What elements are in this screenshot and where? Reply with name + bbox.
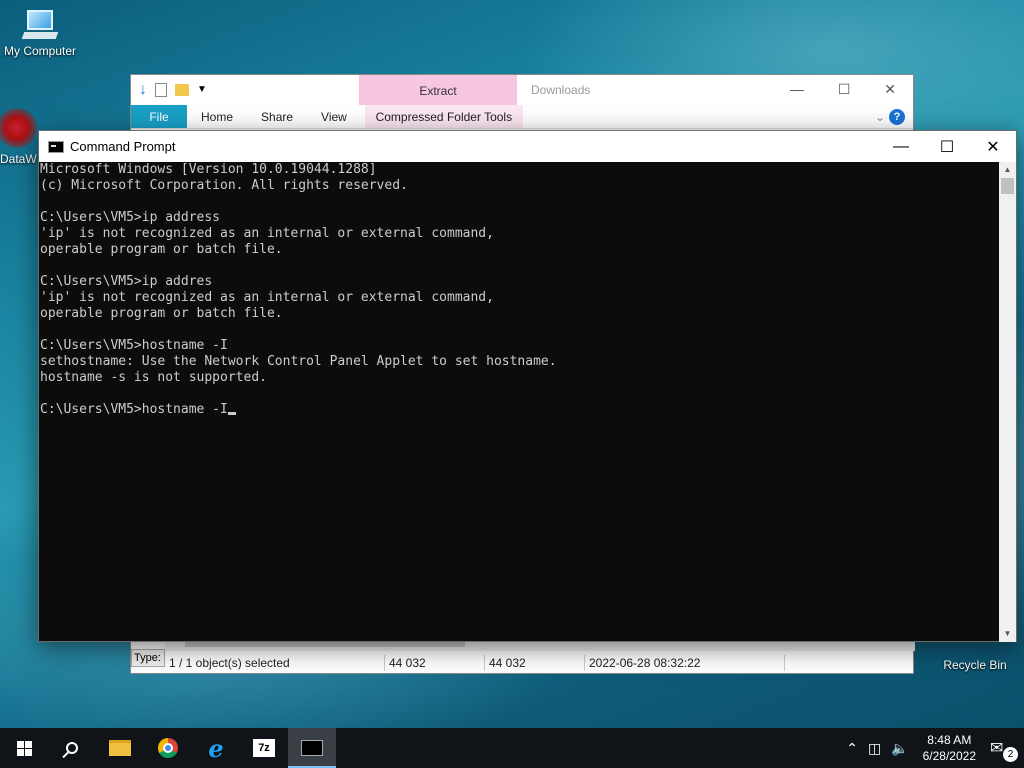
- maximize-button[interactable]: ☐: [924, 137, 970, 157]
- clock-time: 8:48 AM: [927, 733, 972, 747]
- scrollbar-thumb[interactable]: [1001, 178, 1014, 194]
- system-tray: ⌃ ◫ 🔈: [846, 740, 908, 757]
- properties-icon[interactable]: [155, 82, 167, 97]
- command-prompt-icon: [48, 140, 64, 153]
- console-line: sethostname: Use the Network Control Pan…: [40, 354, 557, 369]
- text-cursor: [227, 412, 236, 415]
- volume-icon[interactable]: 🔈: [891, 740, 908, 757]
- notification-icon: ✉: [990, 740, 1004, 757]
- extract-tab[interactable]: Extract: [359, 74, 517, 105]
- quick-access-toolbar: ↓ ▼: [131, 81, 359, 99]
- taskbar-chrome[interactable]: [144, 728, 192, 768]
- window-title: Downloads: [531, 82, 591, 97]
- cmd-titlebar[interactable]: Command Prompt — ☐ ✕: [39, 131, 1016, 162]
- taskbar-7zip[interactable]: 7z: [240, 728, 288, 768]
- action-center-button[interactable]: ✉ 2: [990, 738, 1018, 762]
- console-line: C:\Users\VM5>ip address: [40, 210, 221, 225]
- start-button[interactable]: [0, 728, 48, 768]
- status-modified: 2022-06-28 08:32:22: [585, 655, 785, 671]
- chevron-up-icon[interactable]: ⌃: [846, 740, 858, 757]
- expand-ribbon-icon[interactable]: ⌄: [875, 105, 885, 128]
- desktop-icon-my-computer[interactable]: My Computer: [0, 10, 80, 58]
- taskbar-command-prompt[interactable]: [288, 728, 336, 768]
- tab-home[interactable]: Home: [187, 105, 247, 128]
- console-line: operable program or batch file.: [40, 306, 283, 321]
- 7zip-icon: 7z: [253, 739, 275, 757]
- close-button[interactable]: ✕: [970, 137, 1016, 157]
- search-button[interactable]: [48, 728, 96, 768]
- console-line: C:\Users\VM5>hostname -I: [40, 402, 1000, 418]
- internet-explorer-icon: e: [208, 733, 224, 763]
- console-line: 'ip' is not recognized as an internal or…: [40, 226, 494, 241]
- taskbar-file-explorer[interactable]: [96, 728, 144, 768]
- desktop-icon-label: Recycle Bin: [943, 658, 1007, 672]
- explorer-titlebar: ↓ ▼ Extract Downloads — ☐ ✕: [131, 74, 913, 105]
- clock[interactable]: 8:48 AM 6/28/2022: [923, 732, 976, 764]
- vertical-scrollbar[interactable]: ▲ ▼: [999, 162, 1016, 642]
- tab-compressed-folder-tools[interactable]: Compressed Folder Tools: [364, 105, 523, 128]
- search-icon: [66, 742, 78, 754]
- ribbon-tabs: File Home Share View Compressed Folder T…: [131, 105, 913, 129]
- close-icon[interactable]: ✕: [884, 81, 896, 98]
- status-selection: 1 / 1 object(s) selected: [165, 655, 385, 671]
- folder-icon: [109, 740, 131, 756]
- console-line: (c) Microsoft Corporation. All rights re…: [40, 178, 408, 193]
- console-line: Microsoft Windows [Version 10.0.19044.12…: [40, 162, 377, 177]
- computer-icon: [21, 10, 59, 40]
- window-controls: — ☐ ✕: [773, 81, 913, 98]
- minimize-button[interactable]: —: [878, 138, 924, 156]
- console-line: C:\Users\VM5>ip addres: [40, 274, 213, 289]
- console-line: operable program or batch file.: [40, 242, 283, 257]
- console-line: C:\Users\VM5>hostname -I: [40, 338, 228, 353]
- status-size: 44 032: [385, 655, 485, 671]
- scroll-up-icon[interactable]: ▲: [999, 162, 1016, 178]
- console-line: 'ip' is not recognized as an internal or…: [40, 290, 494, 305]
- chrome-icon: [158, 738, 178, 758]
- maximize-icon[interactable]: ☐: [838, 81, 851, 98]
- network-icon[interactable]: ◫: [868, 740, 881, 757]
- command-prompt-window[interactable]: Command Prompt — ☐ ✕ Microsoft Windows […: [38, 130, 1017, 642]
- command-prompt-icon: [301, 740, 323, 756]
- type-label: Type:: [131, 649, 165, 667]
- tab-file[interactable]: File: [131, 105, 187, 128]
- windows-logo-icon: [16, 740, 32, 756]
- chevron-down-icon[interactable]: ▼: [197, 84, 207, 95]
- window-title: Command Prompt: [70, 139, 176, 154]
- datawrapper-icon: [0, 108, 37, 148]
- notification-badge: 2: [1003, 747, 1018, 762]
- minimize-icon[interactable]: —: [790, 81, 804, 98]
- console-line: hostname -s is not supported.: [40, 370, 267, 385]
- tab-share[interactable]: Share: [247, 105, 307, 128]
- down-arrow-icon[interactable]: ↓: [139, 81, 147, 99]
- desktop-icon-label: My Computer: [3, 44, 77, 58]
- console-output[interactable]: Microsoft Windows [Version 10.0.19044.12…: [39, 162, 1000, 642]
- taskbar: e 7z ⌃ ◫ 🔈 8:48 AM 6/28/2022 ✉ 2: [0, 728, 1024, 768]
- scroll-down-icon[interactable]: ▼: [999, 626, 1016, 642]
- status-packed-size: 44 032: [485, 655, 585, 671]
- new-folder-icon[interactable]: [175, 83, 189, 96]
- clock-date: 6/28/2022: [922, 749, 976, 763]
- tab-view[interactable]: View: [307, 105, 361, 128]
- help-icon[interactable]: ?: [889, 109, 905, 125]
- status-bar: 1 / 1 object(s) selected 44 032 44 032 2…: [165, 653, 915, 673]
- taskbar-internet-explorer[interactable]: e: [192, 728, 240, 768]
